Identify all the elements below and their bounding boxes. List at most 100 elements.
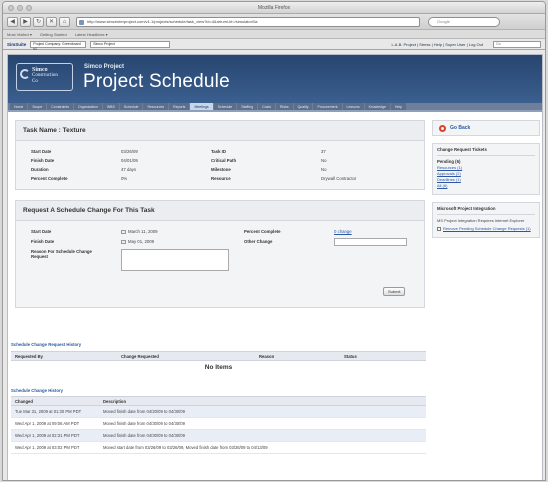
change-request-heading: Request A Schedule Change For This Task (16, 201, 424, 221)
address-text: http://www.simcenterproject.com/v1.1/pro… (87, 18, 258, 24)
project-select[interactable]: Project Company: Greenboard v1 (30, 40, 87, 51)
back-circle-icon (439, 124, 446, 132)
field-label: Duration (31, 167, 49, 172)
tab-risks[interactable]: Risks (276, 103, 293, 110)
reason-label: Reason For Schedule Change Request (31, 249, 92, 259)
app-brand: SimSuite (7, 41, 27, 47)
app-toolbar: SimSuite Project Company: Greenboard v1 … (3, 39, 545, 51)
tab-resources[interactable]: Resources (143, 103, 169, 110)
changed-cell: Wed Apr 1, 2009 at 02:31 PM PDT (15, 433, 80, 438)
field-value: 37 (321, 149, 326, 154)
field-label: Percent Complete (31, 176, 68, 181)
pending-link[interactable]: All (6) (437, 183, 535, 189)
msp-integration: Microsoft Project Integration MS Project… (432, 202, 540, 238)
table-row: Wed Apr 1, 2009 at 02:31 PM PDT Moved fin… (11, 430, 426, 442)
zoom-window-icon[interactable] (26, 5, 32, 11)
calendar-icon[interactable] (121, 239, 126, 244)
tab-schedule[interactable]: Schedule (213, 103, 237, 110)
field-label: Resource (211, 176, 231, 181)
tab-quality[interactable]: Quality (293, 103, 313, 110)
checkbox[interactable] (437, 227, 441, 231)
field-value: No (321, 167, 327, 172)
start-date-picker[interactable]: March 11, 2009 (121, 229, 158, 234)
tab-schedule[interactable]: Schedule (119, 103, 143, 110)
tab-home[interactable]: Home (10, 103, 28, 110)
forward-arrow-icon[interactable]: ▶ (20, 16, 31, 27)
field-label: Finish Date (31, 158, 55, 163)
field-value: 03/26/09 (121, 149, 138, 154)
tab-knowledge[interactable]: Knowledge (364, 103, 390, 110)
change-request-tickets: Change Request Tickets Pending (6) Resou… (432, 143, 540, 195)
tab-wbs[interactable]: WBS (102, 103, 119, 110)
field-label: Task ID (211, 149, 226, 154)
table-header: Changed Description (11, 396, 426, 406)
browser-navbar: ◀ ▶ ↻ ✕ ⌂ http://www.simcenterproject.co… (3, 14, 545, 30)
page-title: Project Schedule (83, 71, 230, 92)
msp-text: MS Project Integration Requires Internet… (437, 218, 525, 223)
tab-procurement[interactable]: Procurement (313, 103, 342, 110)
window-title: Mozilla Firefox (257, 5, 291, 11)
home-icon[interactable]: ⌂ (59, 16, 70, 27)
pending-links: Resources (1) Approvals (2) Deadlines (1) A… (437, 165, 535, 189)
page: Simco Construction Co Simco Project Proj… (7, 54, 543, 480)
start-date-label: Start Date (31, 229, 52, 234)
tab-help[interactable]: Help (390, 103, 407, 110)
request-history-table: Requested By Change Requested Reason Sta… (11, 351, 426, 374)
field-value: 0% (121, 176, 128, 181)
back-arrow-icon[interactable]: ◀ (7, 16, 18, 27)
task-heading: Task Name : Texture (16, 121, 424, 141)
tab-constraints[interactable]: Constraints (47, 103, 73, 110)
left-column: Task Name : Texture Start Date 03/26/09 Ta… (15, 120, 425, 308)
table-row: Wed Apr 1, 2009 at 03:02 PM PDT Moved sta… (11, 442, 426, 454)
go-back-button[interactable]: Go Back (432, 120, 540, 136)
minimize-window-icon[interactable] (17, 5, 23, 11)
changed-cell: Wed Apr 1, 2009 at 03:02 PM PDT (15, 445, 80, 450)
window-controls (8, 5, 32, 11)
msp-title: Microsoft Project Integration (437, 206, 535, 215)
other-change-input[interactable] (334, 238, 407, 246)
tab-costs[interactable]: Costs (258, 103, 276, 110)
tab-staffing[interactable]: Staffing (237, 103, 258, 110)
bookmark-getting-started[interactable]: Getting Started (40, 32, 67, 37)
stop-icon[interactable]: ✕ (46, 16, 57, 27)
table-header: Requested By Change Requested Reason Sta… (11, 351, 426, 361)
reason-textarea[interactable] (121, 249, 229, 271)
close-window-icon[interactable] (8, 5, 14, 11)
other-change-label: Other Change (244, 239, 273, 244)
sidebar: Go Back Change Request Tickets Pending (… (432, 120, 540, 238)
tab-meetings[interactable]: Meetings (190, 103, 213, 110)
submit-button[interactable]: Submit (383, 287, 406, 296)
tickets-title: Change Request Tickets (437, 147, 535, 156)
address-bar[interactable]: http://www.simcenterproject.com/v1.1/pro… (76, 16, 420, 27)
page-subtitle: Simco Project (84, 64, 125, 70)
description-cell: Moved start date from 03/26/09 to 03/26/… (103, 445, 268, 450)
finish-date-label: Finish Date (31, 239, 55, 244)
calendar-icon[interactable] (121, 229, 126, 234)
app-search-input[interactable]: Go (493, 40, 541, 48)
field-label: Milestone (211, 167, 231, 172)
window-titlebar: Mozilla Firefox (3, 2, 545, 14)
tab-reports[interactable]: Reports (169, 103, 190, 110)
bookmark-latest-headlines[interactable]: Latest Headlines ▾ (75, 32, 108, 37)
change-request-panel: Request A Schedule Change For This Task … (15, 200, 425, 308)
bookmark-most-visited[interactable]: Most Visited ▾ (7, 32, 32, 37)
company-logo[interactable]: Simco Construction Co (16, 63, 73, 91)
tab-scope[interactable]: Scope (28, 103, 47, 110)
browser-search-input[interactable]: Google (428, 16, 500, 27)
menu-select[interactable]: Simco Project (90, 40, 171, 48)
page-header: Simco Construction Co Simco Project Proj… (8, 55, 542, 103)
browser-window: Mozilla Firefox ◀ ▶ ↻ ✕ ⌂ http://www.sim… (2, 1, 546, 481)
description-cell: Moved finish date from 04/30/09 to 04/30… (103, 421, 185, 426)
task-panel: Task Name : Texture Start Date 03/26/09 Ta… (15, 120, 425, 190)
reload-icon[interactable]: ↻ (33, 16, 44, 27)
field-value: Drywall Contractor (321, 176, 357, 181)
bookmarks-bar: Most Visited ▾ Getting Started Latest He… (3, 30, 545, 39)
tab-lessons[interactable]: Lessons (342, 103, 364, 110)
percent-complete-link[interactable]: 0 change (334, 229, 352, 234)
main-tabs: Home Scope Constraints Organization WBS Sched… (8, 103, 542, 112)
user-links[interactable]: L.A.B. Project | Stress | Help | Super U… (391, 42, 483, 47)
finish-date-picker[interactable]: May 01, 2009 (121, 239, 154, 244)
msp-option[interactable]: Remove Pending Schedule Change Requests … (437, 226, 535, 232)
tab-organization[interactable]: Organization (73, 103, 102, 110)
table-row: Tue Mar 31, 2009 at 01:30 PM PDT Moved fi… (11, 406, 426, 418)
